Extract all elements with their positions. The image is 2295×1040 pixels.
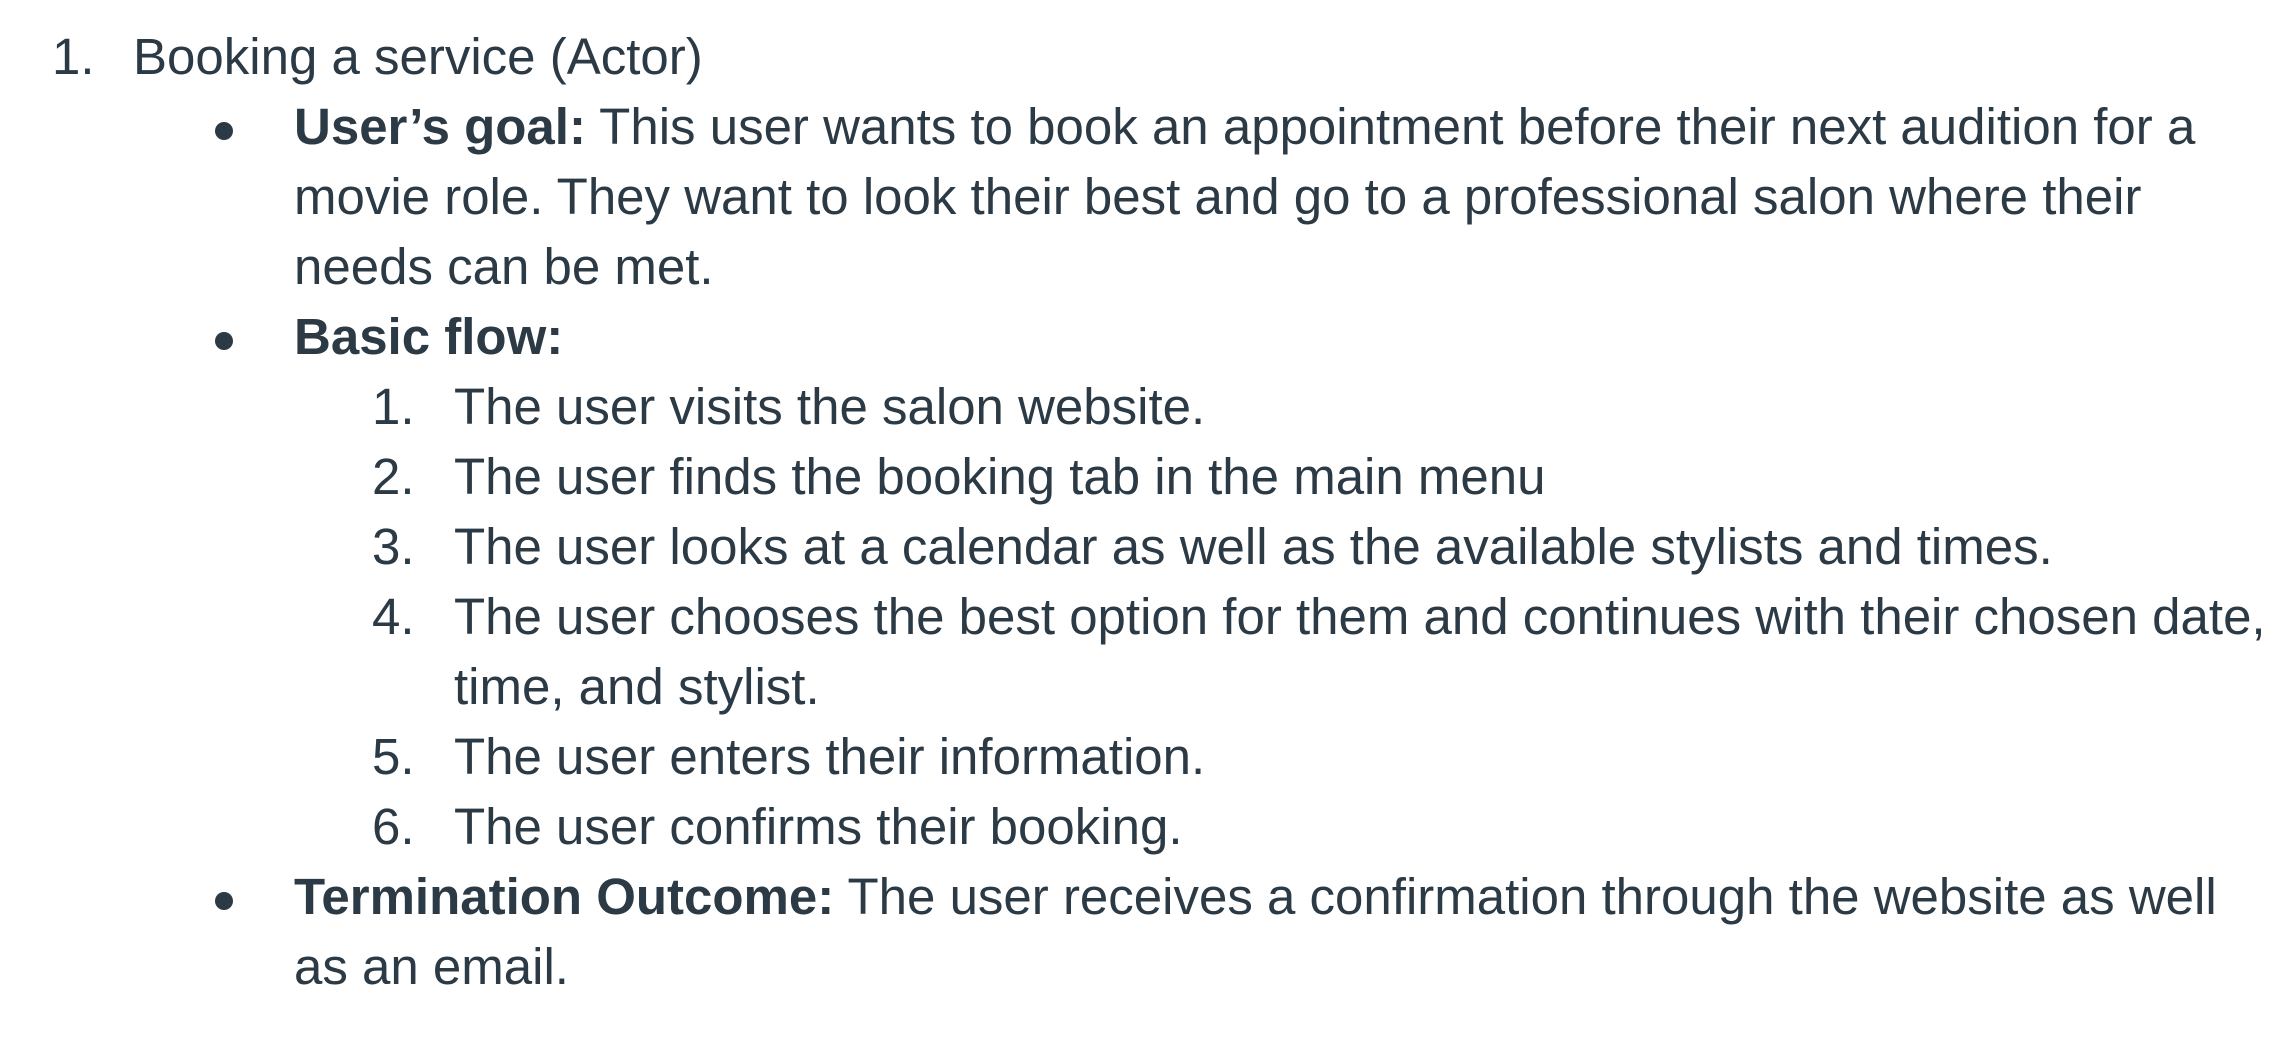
step-text: The user finds the booking tab in the ma… <box>454 448 1546 505</box>
bullet-icon <box>215 862 233 932</box>
step-number: 3. <box>372 518 415 575</box>
list-number: 1. <box>52 28 95 85</box>
flow-step-6: 6. The user confirms their booking. <box>0 792 2295 862</box>
flow-step-5: 5. The user enters their information. <box>0 722 2295 792</box>
goal-label: User’s goal: <box>294 98 586 155</box>
flow-step-4: 4. The user chooses the best option for … <box>0 582 2295 722</box>
step-text: The user chooses the best option for the… <box>454 588 2266 715</box>
flow-heading: Basic flow: <box>294 302 2270 372</box>
goal-paragraph: User’s goal: This user wants to book an … <box>294 92 2270 302</box>
bullet-icon <box>215 302 233 372</box>
bullet-icon <box>215 92 233 162</box>
step-text: The user confirms their booking. <box>454 798 1183 855</box>
flow-label: Basic flow: <box>294 308 564 365</box>
step-number: 1. <box>372 378 415 435</box>
outcome-paragraph: Termination Outcome: The user receives a… <box>294 862 2270 1002</box>
flow-step-3: 3. The user looks at a calendar as well … <box>0 512 2295 582</box>
list-item-termination-outcome: Termination Outcome: The user receives a… <box>0 862 2295 1002</box>
list-item-users-goal: User’s goal: This user wants to book an … <box>0 92 2295 302</box>
flow-step-1: 1. The user visits the salon website. <box>0 372 2295 442</box>
flow-step-2: 2. The user finds the booking tab in the… <box>0 442 2295 512</box>
step-text: The user looks at a calendar as well as … <box>454 518 2053 575</box>
step-number: 2. <box>372 448 415 505</box>
list-item-text: Booking a service (Actor) <box>133 28 703 85</box>
document-body: 1. Booking a service (Actor) User’s goal… <box>0 22 2295 1002</box>
list-item-booking-service: 1. Booking a service (Actor) <box>0 22 2295 92</box>
step-number: 6. <box>372 798 415 855</box>
list-item-basic-flow: Basic flow: <box>0 302 2295 372</box>
step-text: The user visits the salon website. <box>454 378 1206 435</box>
step-text: The user enters their information. <box>454 728 1206 785</box>
step-number: 4. <box>372 588 415 645</box>
outcome-label: Termination Outcome: <box>294 868 835 925</box>
step-number: 5. <box>372 728 415 785</box>
